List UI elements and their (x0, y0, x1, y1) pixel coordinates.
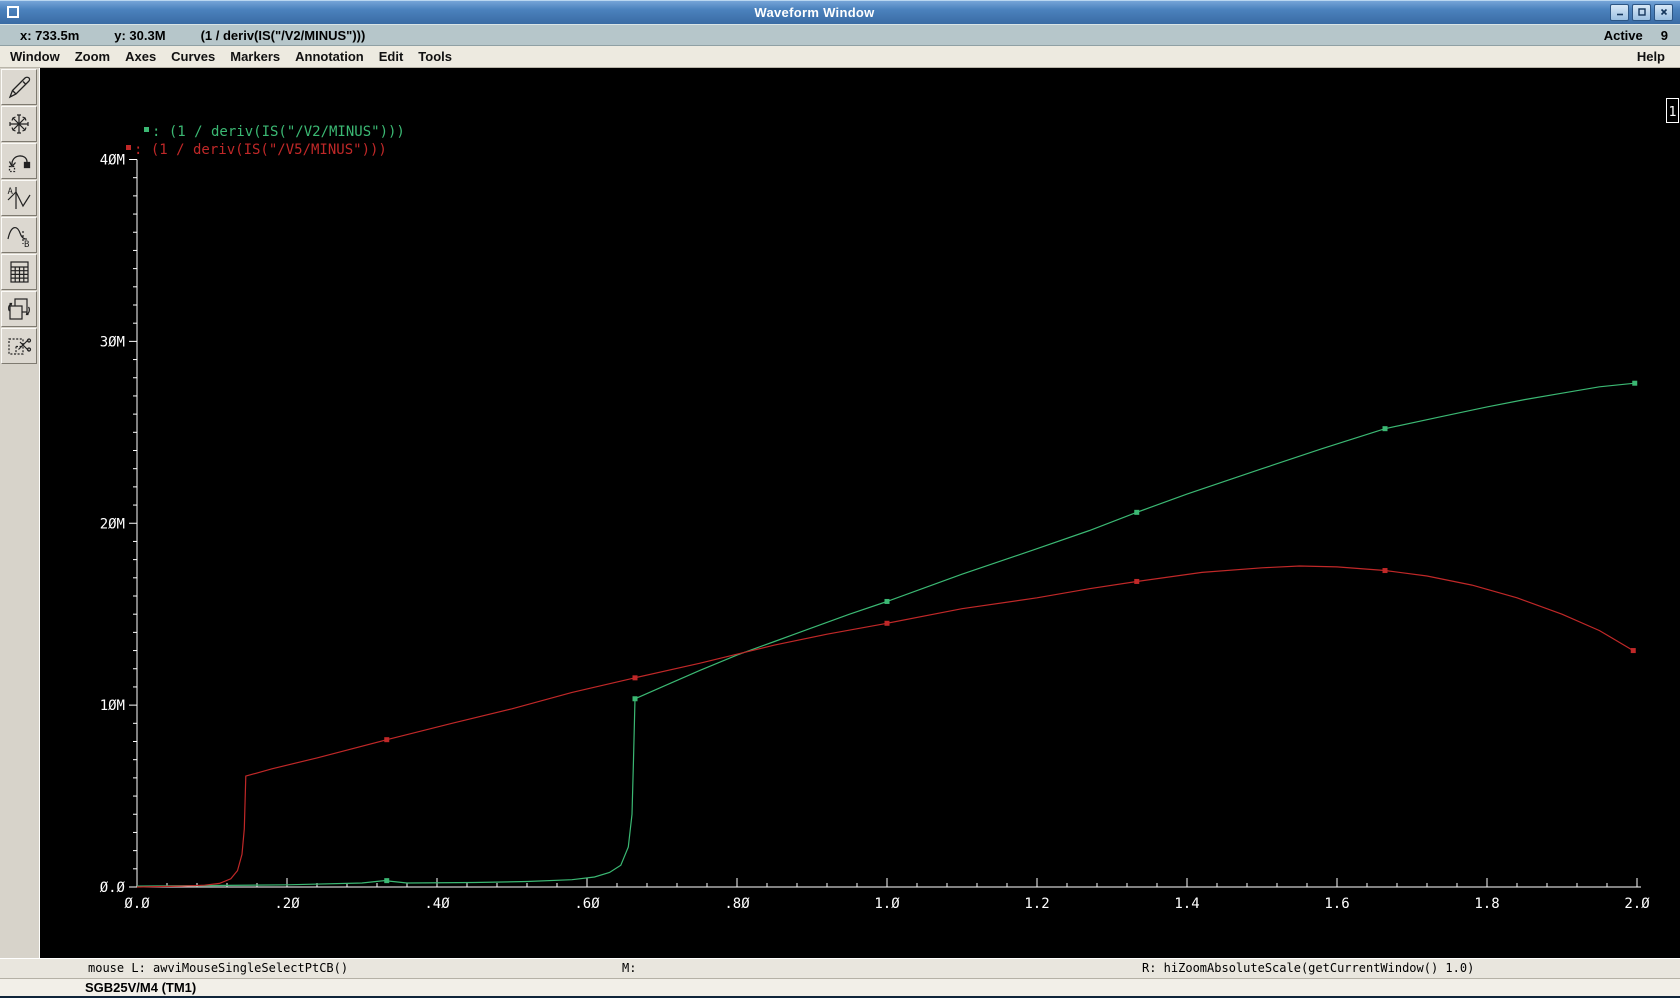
menu-curves[interactable]: Curves (166, 48, 220, 65)
y-tick-label: 4ØM (100, 153, 125, 169)
subwindow-number-badge: 1 (1666, 98, 1679, 123)
curve-v2-minus[interactable] (136, 380, 1638, 887)
cursor-y-readout: y: 30.3M (114, 27, 166, 43)
mouse-binding-bar: mouse L: awviMouseSingleSelectPtCB() M: … (0, 958, 1680, 978)
menu-markers[interactable]: Markers (225, 48, 285, 65)
active-count: 9 (1660, 27, 1668, 43)
window-controls (1610, 3, 1673, 21)
plot-area[interactable]: Ø.Ø 1ØM 2ØM 3ØM 4ØM Ø.Ø .2Ø .4Ø .6Ø .8Ø 1.Ø 1.2 1.4 1… (40, 68, 1680, 958)
waveform-window: Waveform Window x: 733.5m y: 30.3M (1 / … (0, 0, 1680, 998)
menu-axes[interactable]: Axes (120, 48, 161, 65)
wave-a-icon: A (6, 185, 32, 211)
legend-marker-icon (126, 145, 131, 150)
y-tick-label: 2ØM (100, 516, 125, 532)
data-point-marker[interactable] (384, 737, 390, 743)
x-tick-label: .4Ø (424, 896, 450, 912)
menu-edit[interactable]: Edit (374, 48, 409, 65)
calculator-icon (6, 259, 32, 285)
axes (129, 159, 1641, 888)
window-menu-icon[interactable] (7, 6, 19, 18)
menu-window[interactable]: Window (5, 48, 65, 65)
x-tick-label: 1.6 (1324, 896, 1349, 912)
menu-help[interactable]: Help (1632, 48, 1670, 65)
x-tick-label: Ø.Ø (124, 896, 150, 912)
x-tick-label: 1.4 (1174, 896, 1199, 912)
legend-label: : (1 / deriv(IS("/V5/MINUS"))) (134, 142, 387, 158)
mouse-middle-binding: M: (622, 961, 637, 975)
data-point-marker[interactable] (1134, 509, 1140, 515)
data-point-marker[interactable] (384, 878, 390, 884)
window-body: AB Ø.Ø 1ØM 2ØM 3ØM 4ØM Ø.Ø .2Ø .4Ø .6Ø .8Ø 1.Ø 1.2 1… (0, 68, 1680, 958)
x-tick-label: .2Ø (274, 896, 300, 912)
waveform-a-tool-button[interactable]: A (1, 180, 37, 216)
minimize-button[interactable] (1610, 3, 1629, 21)
wave-b-icon: B (6, 222, 32, 248)
cursor-x-readout: x: 733.5m (20, 27, 80, 43)
data-point-marker[interactable] (884, 620, 890, 626)
window-title: Waveform Window (754, 4, 875, 20)
data-point-marker[interactable] (632, 675, 638, 681)
cut-scissors-icon (6, 333, 32, 359)
data-point-marker[interactable] (1630, 648, 1636, 654)
waveform-b-tool-button[interactable]: B (1, 217, 37, 253)
tick-labels: Ø.Ø 1ØM 2ØM 3ØM 4ØM Ø.Ø .2Ø .4Ø .6Ø .8Ø 1.Ø 1.2 1.4 1… (100, 153, 1651, 913)
cursor-readout-bar: x: 733.5m y: 30.3M (1 / deriv(IS("/V2/MI… (0, 24, 1680, 46)
zoom-fit-tool-button[interactable] (1, 106, 37, 142)
sweep-redraw-tool-button[interactable] (1, 143, 37, 179)
x-tick-label: 1.2 (1024, 896, 1049, 912)
pen-icon (6, 74, 32, 100)
data-point-marker[interactable] (1382, 568, 1388, 574)
data-point-marker[interactable] (1632, 380, 1638, 386)
data-point-marker[interactable] (1134, 578, 1140, 584)
data-point-marker[interactable] (1382, 426, 1388, 432)
selected-expression: (1 / deriv(IS("/V2/MINUS"))) (200, 27, 366, 43)
title-bar[interactable]: Waveform Window (0, 0, 1680, 24)
data-point-marker[interactable] (632, 696, 638, 702)
menu-zoom[interactable]: Zoom (70, 48, 115, 65)
close-icon (1660, 8, 1667, 16)
waveform-chart[interactable]: Ø.Ø 1ØM 2ØM 3ØM 4ØM Ø.Ø .2Ø .4Ø .6Ø .8Ø 1.Ø 1.2 1.4 1… (40, 68, 1680, 958)
maximize-button[interactable] (1632, 3, 1651, 21)
menu-bar: Window Zoom Axes Curves Markers Annotation Edi… (0, 46, 1680, 68)
curve-v5-minus[interactable] (136, 565, 1636, 888)
pen-tool-button[interactable] (1, 69, 37, 105)
legend-entry-v5-minus[interactable]: : (1 / deriv(IS("/V5/MINUS"))) (126, 142, 387, 158)
cut-subwindow-tool-button[interactable] (1, 328, 37, 364)
arc-arrow-icon (6, 148, 32, 174)
y-tick-label: 3ØM (100, 334, 125, 350)
x-tick-label: 1.Ø (874, 896, 900, 912)
mouse-right-binding: R: hiZoomAbsoluteScale(getCurrentWindow(… (1142, 961, 1475, 975)
footer-bar: SGB25V/M4 (TM1) (0, 978, 1680, 996)
legend-marker-icon (144, 127, 149, 132)
maximize-icon (1637, 8, 1646, 16)
close-button[interactable] (1654, 3, 1673, 21)
subwindow-number: 1 (1669, 105, 1677, 120)
tool-palette: AB (0, 68, 40, 958)
calculator-tool-button[interactable] (1, 254, 37, 290)
star-arrows-icon (6, 111, 32, 137)
x-tick-label: 1.8 (1474, 896, 1499, 912)
minimize-icon (1616, 13, 1623, 16)
active-label: Active (1603, 27, 1643, 43)
svg-text:B: B (24, 240, 29, 248)
y-tick-label: Ø.Ø (100, 880, 126, 896)
x-tick-label: .8Ø (724, 896, 750, 912)
design-context-label: SGB25V/M4 (TM1) (85, 980, 197, 995)
menu-tools[interactable]: Tools (413, 48, 457, 65)
x-tick-label: 2.Ø (1624, 896, 1650, 912)
legend-entry-v2-minus[interactable]: : (1 / deriv(IS("/V2/MINUS"))) (144, 124, 405, 140)
legend-label: : (1 / deriv(IS("/V2/MINUS"))) (152, 124, 405, 140)
menu-annotation[interactable]: Annotation (290, 48, 369, 65)
data-point-marker[interactable] (884, 598, 890, 604)
copy-window-tool-button[interactable] (1, 291, 37, 327)
x-tick-label: .6Ø (574, 896, 600, 912)
mouse-left-binding: mouse L: awviMouseSingleSelectPtCB() (88, 961, 349, 975)
y-tick-label: 1ØM (100, 698, 125, 714)
copy-window-icon (6, 296, 32, 322)
